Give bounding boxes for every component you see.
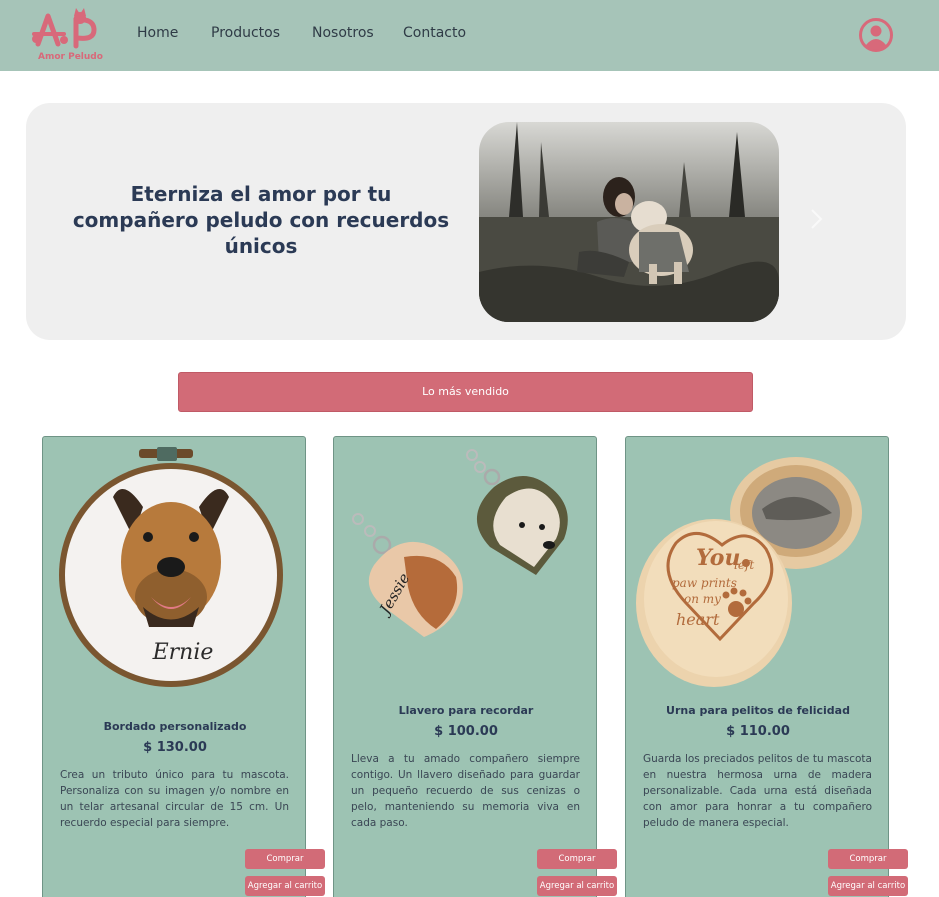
nav-home[interactable]: Home xyxy=(137,25,178,41)
user-account-button[interactable] xyxy=(859,18,893,52)
product-image-embroidery-hoop: Ernie xyxy=(53,447,297,695)
nav-nosotros[interactable]: Nosotros xyxy=(312,25,374,41)
urn-engraving-5: heart xyxy=(676,610,720,629)
hero-photo-woman-hugging-dog xyxy=(479,122,779,322)
product-card-urna: You left paw prints on my heart Urna par… xyxy=(625,436,908,897)
urn-engraving-4: on my xyxy=(684,592,721,606)
buy-button[interactable]: Comprar xyxy=(537,849,617,869)
urn-engraving-3: paw prints xyxy=(672,576,737,590)
add-to-cart-button[interactable]: Agregar al carrito xyxy=(537,876,617,896)
product-title: Urna para pelitos de felicidad xyxy=(666,704,850,717)
hero-title: Eterniza el amor por tu compañero peludo… xyxy=(72,182,450,258)
embroidery-name: Ernie xyxy=(152,640,214,665)
user-circle-icon xyxy=(859,18,893,52)
add-to-cart-button[interactable]: Agregar al carrito xyxy=(245,876,325,896)
product-image-keychains: Jessie xyxy=(344,447,588,677)
paw-letters-logo-icon xyxy=(32,8,97,49)
product-description: Guarda los preciados pelitos de tu masco… xyxy=(643,753,872,829)
product-title: Llavero para recordar xyxy=(398,704,534,717)
chevron-right-icon xyxy=(811,209,823,229)
navbar: Amor Peludo Home Productos Nosotros Cont… xyxy=(0,0,939,71)
nav-productos[interactable]: Productos xyxy=(211,25,280,41)
carousel-next-button[interactable] xyxy=(806,207,826,231)
product-price: $ 110.00 xyxy=(726,724,790,739)
product-image-wooden-urn: You left paw prints on my heart xyxy=(636,453,880,689)
product-title: Bordado personalizado xyxy=(103,720,247,733)
nav-contacto[interactable]: Contacto xyxy=(403,25,466,41)
product-description: Lleva a tu amado compañero siempre conti… xyxy=(351,753,580,829)
buy-button[interactable]: Comprar xyxy=(245,849,325,869)
hero-banner: Eterniza el amor por tu compañero peludo… xyxy=(26,103,906,340)
product-price: $ 100.00 xyxy=(434,724,498,739)
product-description: Crea un tributo único para tu mascota. P… xyxy=(60,769,289,829)
best-seller-button[interactable]: Lo más vendido xyxy=(178,372,753,412)
buy-button[interactable]: Comprar xyxy=(828,849,908,869)
brand-name: Amor Peludo xyxy=(38,52,103,62)
add-to-cart-button[interactable]: Agregar al carrito xyxy=(828,876,908,896)
product-price: $ 130.00 xyxy=(143,740,207,755)
product-card-llavero: Jessie Llavero para recordar $ 100.00 Ll… xyxy=(333,436,617,897)
product-card-bordado: Ernie Bordado personalizado $ 130.00 Cre… xyxy=(42,436,325,897)
